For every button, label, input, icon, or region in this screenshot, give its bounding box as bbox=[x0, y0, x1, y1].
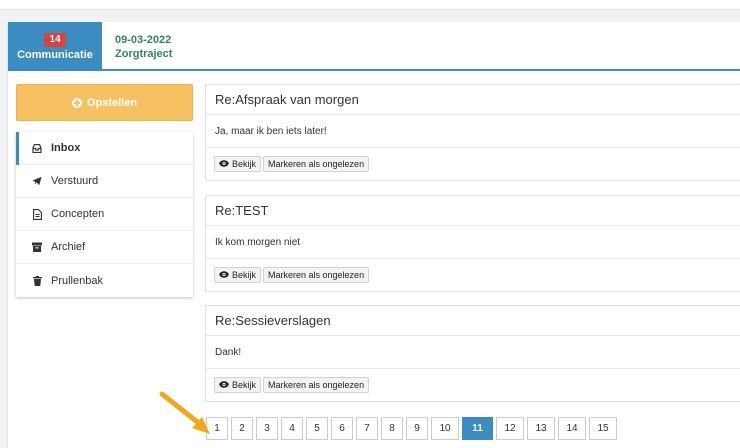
folder-label: Concepten bbox=[51, 208, 105, 220]
message-subject[interactable]: Re:Sessieverslagen bbox=[206, 306, 740, 336]
inbox-icon bbox=[32, 143, 42, 153]
folder-item-archief[interactable]: Archief bbox=[16, 231, 193, 264]
tab-label: Communicatie bbox=[17, 49, 93, 61]
paper-plane-icon bbox=[32, 176, 42, 186]
page-button-4[interactable]: 4 bbox=[281, 417, 303, 440]
trajectory-name: Zorgtraject bbox=[115, 48, 173, 60]
content-card: 14 Communicatie 09-03-2022 Zorgtraject O… bbox=[7, 22, 740, 448]
page-button-10[interactable]: 10 bbox=[431, 417, 459, 440]
view-button[interactable]: Bekijk bbox=[214, 267, 262, 283]
pagination: 1 2 3 4 5 6 7 8 9 10 11 12 13 14 15 bbox=[206, 417, 617, 440]
page-button-13[interactable]: 13 bbox=[527, 417, 555, 440]
trajectory-info: 09-03-2022 Zorgtraject bbox=[115, 33, 172, 61]
compose-button[interactable]: Opstellen bbox=[16, 84, 193, 121]
message-card: Re:Sessieverslagen Dank! Bekijk Markeren… bbox=[205, 305, 740, 402]
archive-icon bbox=[32, 242, 42, 252]
view-label: Bekijk bbox=[232, 159, 257, 169]
page-button-11[interactable]: 11 bbox=[462, 417, 493, 440]
folder-label: Prullenbak bbox=[51, 274, 103, 287]
mark-unread-button[interactable]: Markeren als ongelezen bbox=[263, 267, 370, 283]
folder-label: Verstuurd bbox=[51, 175, 99, 187]
compose-label: Opstellen bbox=[86, 96, 138, 109]
page-button-15[interactable]: 15 bbox=[589, 417, 617, 440]
folder-label: Inbox bbox=[51, 142, 81, 154]
page-button-2[interactable]: 2 bbox=[231, 417, 253, 440]
message-preview: Ik kom morgen niet bbox=[206, 226, 740, 259]
unread-count-badge: 14 bbox=[44, 33, 66, 47]
message-card: Re:TEST Ik kom morgen niet Bekijk Marker… bbox=[205, 195, 740, 292]
folder-item-prullenbak[interactable]: Prullenbak bbox=[16, 264, 193, 297]
message-actions: Bekijk Markeren als ongelezen bbox=[206, 148, 740, 180]
page-button-5[interactable]: 5 bbox=[306, 417, 328, 440]
message-preview: Ja, maar ik ben iets later! bbox=[206, 115, 740, 148]
pointer-arrow-icon bbox=[159, 391, 210, 434]
mark-unread-button[interactable]: Markeren als ongelezen bbox=[263, 377, 370, 393]
trash-icon bbox=[32, 275, 42, 286]
folder-item-verstuurd[interactable]: Verstuurd bbox=[16, 165, 193, 198]
folder-label: Archief bbox=[51, 241, 86, 253]
page-button-7[interactable]: 7 bbox=[356, 417, 378, 440]
tab-communicatie[interactable]: 14 Communicatie bbox=[8, 22, 102, 71]
trajectory-date: 09-03-2022 bbox=[115, 34, 172, 46]
message-subject[interactable]: Re:TEST bbox=[206, 196, 740, 226]
tab-bar: 14 Communicatie 09-03-2022 Zorgtraject bbox=[8, 22, 740, 71]
folder-list: Inbox Verstuurd Concepten Archief Prulle… bbox=[16, 132, 193, 297]
view-label: Bekijk bbox=[232, 380, 257, 390]
mark-unread-button[interactable]: Markeren als ongelezen bbox=[263, 156, 370, 172]
eye-icon bbox=[219, 270, 229, 280]
view-button[interactable]: Bekijk bbox=[214, 156, 262, 172]
view-button[interactable]: Bekijk bbox=[214, 377, 262, 393]
page-button-12[interactable]: 12 bbox=[496, 417, 524, 440]
file-icon bbox=[32, 208, 42, 220]
folder-item-concepten[interactable]: Concepten bbox=[16, 198, 193, 231]
page-button-3[interactable]: 3 bbox=[256, 417, 278, 440]
message-card: Re:Afspraak van morgen Ja, maar ik ben i… bbox=[205, 84, 740, 181]
view-label: Bekijk bbox=[232, 270, 257, 280]
plus-circle-icon bbox=[71, 97, 82, 108]
eye-icon bbox=[219, 159, 229, 169]
page-button-9[interactable]: 9 bbox=[406, 417, 428, 440]
eye-icon bbox=[219, 380, 229, 390]
folder-item-inbox[interactable]: Inbox bbox=[16, 132, 193, 165]
message-preview: Dank! bbox=[206, 336, 740, 369]
page-button-8[interactable]: 8 bbox=[381, 417, 403, 440]
top-header-strip bbox=[0, 0, 740, 10]
message-actions: Bekijk Markeren als ongelezen bbox=[206, 369, 740, 401]
message-subject[interactable]: Re:Afspraak van morgen bbox=[206, 85, 740, 115]
page-button-6[interactable]: 6 bbox=[331, 417, 353, 440]
page-button-14[interactable]: 14 bbox=[558, 417, 586, 440]
message-actions: Bekijk Markeren als ongelezen bbox=[206, 259, 740, 291]
